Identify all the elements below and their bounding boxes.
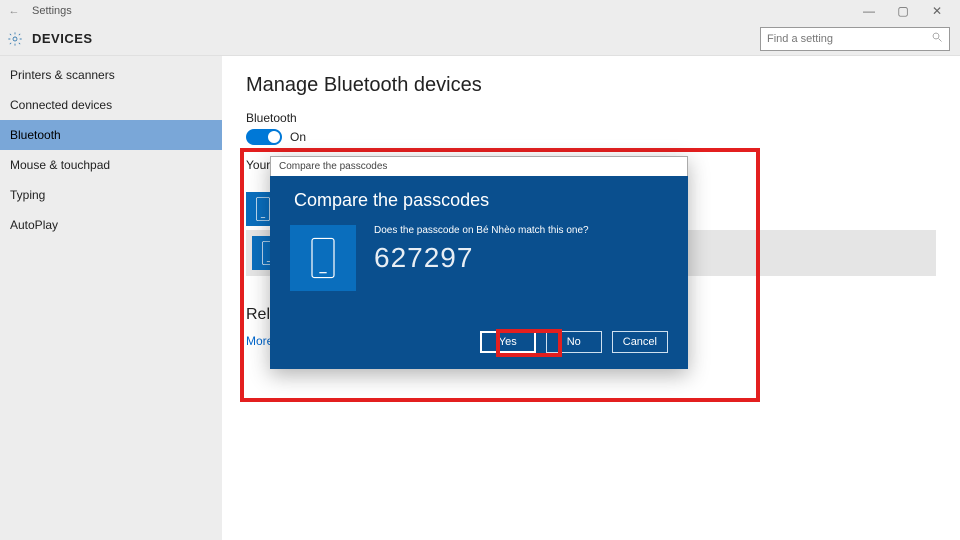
- search-input[interactable]: Find a setting: [760, 27, 950, 51]
- sidebar-item-label: Bluetooth: [10, 128, 61, 142]
- dialog-question: Does the passcode on Bé Nhèo match this …: [374, 225, 589, 236]
- back-button[interactable]: ←: [6, 5, 22, 17]
- passcode-value: 627297: [374, 242, 589, 274]
- sidebar-item-label: Printers & scanners: [10, 68, 115, 82]
- sidebar-item-label: AutoPlay: [10, 218, 58, 232]
- sidebar-item-bluetooth[interactable]: Bluetooth: [0, 120, 222, 150]
- content-pane: Manage Bluetooth devices Bluetooth On Yo…: [222, 56, 960, 540]
- sidebar-item-label: Typing: [10, 188, 45, 202]
- cancel-button[interactable]: Cancel: [612, 331, 668, 353]
- phone-icon: [290, 225, 356, 291]
- passcode-dialog: Compare the passcodes Compare the passco…: [270, 156, 688, 369]
- search-placeholder: Find a setting: [767, 33, 931, 45]
- sidebar-item-mouse[interactable]: Mouse & touchpad: [0, 150, 222, 180]
- sidebar-item-connected-devices[interactable]: Connected devices: [0, 90, 222, 120]
- window-titlebar: ← Settings — ▢ ✕: [0, 0, 960, 22]
- sidebar-item-printers[interactable]: Printers & scanners: [0, 60, 222, 90]
- dialog-titlebar: Compare the passcodes: [270, 156, 688, 176]
- sidebar-item-autoplay[interactable]: AutoPlay: [0, 210, 222, 240]
- close-button[interactable]: ✕: [920, 4, 954, 18]
- sidebar-item-label: Mouse & touchpad: [10, 158, 110, 172]
- dialog-button-row: Yes No Cancel: [290, 331, 668, 353]
- maximize-button[interactable]: ▢: [886, 4, 920, 18]
- section-header: DEVICES Find a setting: [0, 22, 960, 56]
- bluetooth-label: Bluetooth: [246, 111, 936, 125]
- search-icon: [931, 31, 943, 46]
- toggle-state: On: [290, 130, 306, 144]
- toggle-track: [246, 129, 282, 145]
- page-title: Manage Bluetooth devices: [246, 74, 936, 97]
- window-title: Settings: [32, 5, 72, 17]
- dialog-titlebar-text: Compare the passcodes: [279, 161, 387, 172]
- gear-icon: [6, 30, 24, 48]
- section-title: DEVICES: [32, 31, 93, 46]
- no-button[interactable]: No: [546, 331, 602, 353]
- sidebar-item-typing[interactable]: Typing: [0, 180, 222, 210]
- sidebar-item-label: Connected devices: [10, 98, 112, 112]
- yes-button[interactable]: Yes: [480, 331, 536, 353]
- minimize-button[interactable]: —: [852, 4, 886, 18]
- dialog-heading: Compare the passcodes: [294, 190, 668, 211]
- sidebar: Printers & scanners Connected devices Bl…: [0, 56, 222, 540]
- bluetooth-toggle[interactable]: On: [246, 129, 936, 145]
